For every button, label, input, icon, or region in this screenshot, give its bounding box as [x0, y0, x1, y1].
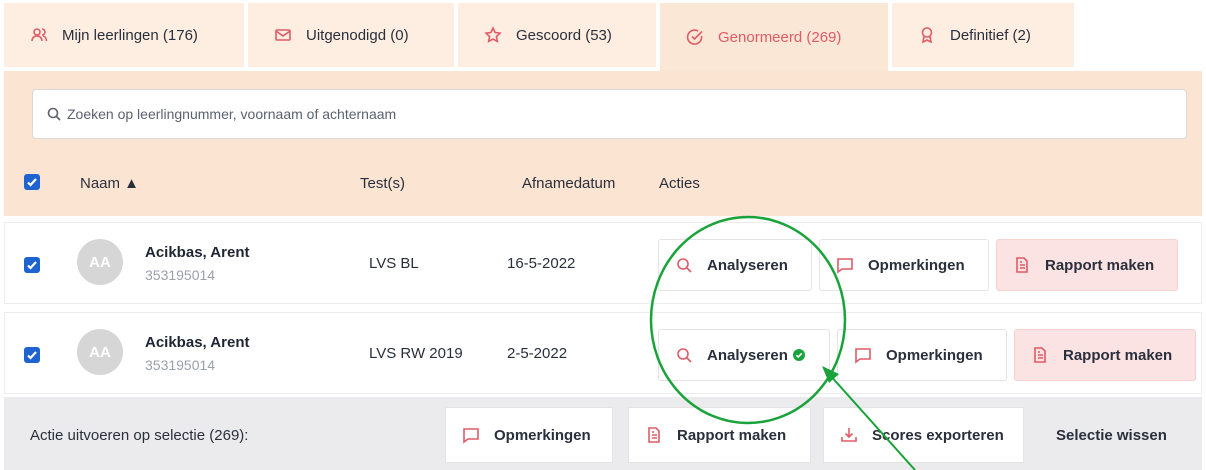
download-icon: [840, 426, 858, 444]
report-label: Rapport maken: [1045, 256, 1155, 274]
tab-label: Genormeerd (269): [718, 28, 842, 46]
test-name: LVS RW 2019: [369, 345, 463, 362]
analyse-button[interactable]: Analyseren: [658, 329, 830, 381]
student-name: Acikbas, Arent: [145, 244, 250, 261]
selection-action-bar: Actie uitvoeren op selectie (269): Opmer…: [4, 397, 1202, 470]
column-header-date: Afnamedatum: [522, 175, 616, 192]
search-icon: [675, 256, 693, 274]
avatar: AA: [77, 329, 123, 375]
search-icon: [47, 107, 61, 121]
row-checkbox[interactable]: [24, 347, 40, 363]
comment-icon: [854, 346, 872, 364]
bulk-remarks-button[interactable]: Opmerkingen: [445, 407, 613, 463]
select-all-checkbox[interactable]: [24, 174, 40, 190]
remarks-label: Opmerkingen: [868, 256, 965, 274]
search-placeholder: Zoeken op leerlingnummer, voornaam of ac…: [67, 106, 397, 122]
star-icon: [484, 26, 502, 44]
document-icon: [1031, 346, 1049, 364]
filter-panel: Zoeken op leerlingnummer, voornaam of ac…: [4, 71, 1202, 216]
award-icon: [918, 26, 936, 44]
remarks-label: Opmerkingen: [886, 346, 983, 364]
analyse-button[interactable]: Analyseren: [658, 239, 812, 291]
table-row: AA Acikbas, Arent 353195014 LVS BL 16-5-…: [4, 222, 1202, 304]
export-scores-label: Scores exporteren: [872, 426, 1004, 444]
tab-genormeerd[interactable]: Genormeerd (269): [660, 3, 888, 71]
test-date: 16-5-2022: [507, 255, 576, 272]
column-header-actions: Acties: [659, 175, 700, 192]
users-icon: [30, 26, 48, 44]
tab-uitgenodigd[interactable]: Uitgenodigd (0): [248, 3, 454, 67]
analyse-label: Analyseren: [707, 256, 788, 274]
avatar: AA: [77, 239, 123, 285]
search-icon: [675, 346, 693, 364]
test-date: 2-5-2022: [507, 345, 568, 362]
tab-label: Definitief (2): [950, 26, 1031, 44]
student-number: 353195014: [145, 267, 216, 283]
report-label: Rapport maken: [1063, 346, 1173, 364]
column-header-name[interactable]: Naam ▲: [80, 175, 139, 192]
report-button[interactable]: Rapport maken: [996, 239, 1178, 291]
tab-mijn-leerlingen[interactable]: Mijn leerlingen (176): [4, 3, 244, 67]
check-circle-icon: [792, 349, 805, 361]
remarks-button[interactable]: Opmerkingen: [819, 239, 989, 291]
tab-gescoord[interactable]: Gescoord (53): [458, 3, 656, 67]
student-number: 353195014: [145, 357, 216, 373]
comment-icon: [836, 256, 854, 274]
search-input[interactable]: Zoeken op leerlingnummer, voornaam of ac…: [32, 89, 1187, 139]
column-header-tests: Test(s): [360, 175, 405, 192]
table-row: AA Acikbas, Arent 353195014 LVS RW 2019 …: [4, 312, 1202, 394]
report-button[interactable]: Rapport maken: [1014, 329, 1196, 381]
bulk-report-label: Rapport maken: [677, 426, 787, 444]
bulk-remarks-label: Opmerkingen: [494, 426, 591, 444]
tab-definitief[interactable]: Definitief (2): [892, 3, 1074, 67]
selection-label: Actie uitvoeren op selectie (269):: [30, 427, 249, 444]
tab-label: Uitgenodigd (0): [306, 26, 409, 44]
mail-icon: [274, 26, 292, 44]
document-icon: [1013, 256, 1031, 274]
tab-label: Mijn leerlingen (176): [62, 26, 198, 44]
tab-label: Gescoord (53): [516, 26, 612, 44]
clear-selection-button[interactable]: Selectie wissen: [1056, 427, 1167, 444]
document-icon: [645, 426, 663, 444]
comment-icon: [462, 426, 480, 444]
export-scores-button[interactable]: Scores exporteren: [823, 407, 1024, 463]
remarks-button[interactable]: Opmerkingen: [837, 329, 1007, 381]
check-circle-icon: [686, 28, 704, 46]
test-name: LVS BL: [369, 255, 419, 272]
tab-bar: Mijn leerlingen (176) Uitgenodigd (0) Ge…: [0, 0, 1206, 71]
student-name: Acikbas, Arent: [145, 334, 250, 351]
bulk-report-button[interactable]: Rapport maken: [628, 407, 811, 463]
analyse-label: Analyseren: [707, 346, 788, 364]
row-checkbox[interactable]: [24, 257, 40, 273]
